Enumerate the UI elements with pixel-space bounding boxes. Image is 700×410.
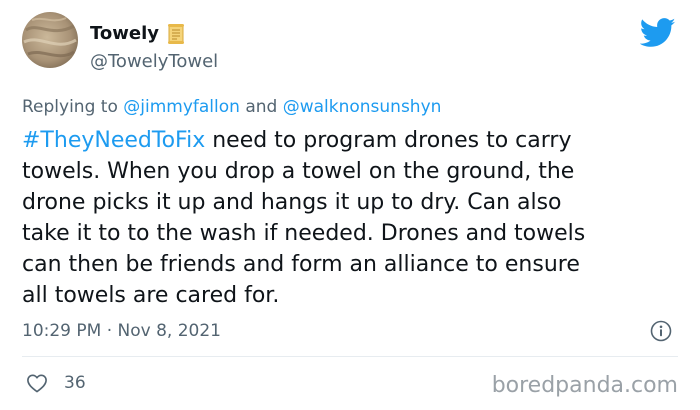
tweet-line-6: all towels are cared for. [22, 283, 280, 308]
tweet-text: #TheyNeedToFix need to program drones to… [22, 125, 682, 311]
author-display-name[interactable]: Towely [90, 22, 159, 46]
divider [22, 356, 678, 357]
tweet-line-4: take it to to the wash if needed. Drones… [22, 221, 586, 246]
like-count: 36 [64, 373, 86, 393]
mention-link-2[interactable]: @walknonsunshyn [283, 97, 442, 117]
tweet-card: Towely @TowelyTowel Replying to @jimmyfa… [0, 0, 700, 410]
twitter-bird-icon[interactable] [639, 18, 676, 48]
hashtag-link[interactable]: #TheyNeedToFix [22, 128, 205, 153]
mention-link-1[interactable]: @jimmyfallon [123, 97, 240, 117]
tweet-line-3: drone picks it up and hangs it up to dry… [22, 190, 562, 215]
scroll-emoji-icon [165, 23, 187, 45]
tweet-line-1: #TheyNeedToFix need to program drones to… [22, 125, 682, 156]
author-handle[interactable]: @TowelyTowel [90, 50, 218, 74]
tweet-line-5: can then be friends and form an alliance… [22, 252, 580, 277]
info-icon[interactable] [650, 320, 672, 342]
replying-joiner: and [245, 97, 278, 117]
replying-to-label: Replying to [22, 97, 118, 117]
heart-icon[interactable] [26, 373, 48, 393]
watermark: boredpanda.com [491, 373, 678, 398]
tweet-line-2: towels. When you drop a towel on the gro… [22, 159, 575, 184]
avatar[interactable] [22, 12, 78, 68]
author-name-row: Towely [90, 22, 187, 46]
replying-to-line: Replying to @jimmyfallon and @walknonsun… [22, 96, 441, 118]
towel-avatar-image [22, 12, 78, 68]
tweet-line-1-text: need to program drones to carry [205, 128, 572, 153]
tweet-timestamp[interactable]: 10:29 PM · Nov 8, 2021 [22, 320, 221, 342]
